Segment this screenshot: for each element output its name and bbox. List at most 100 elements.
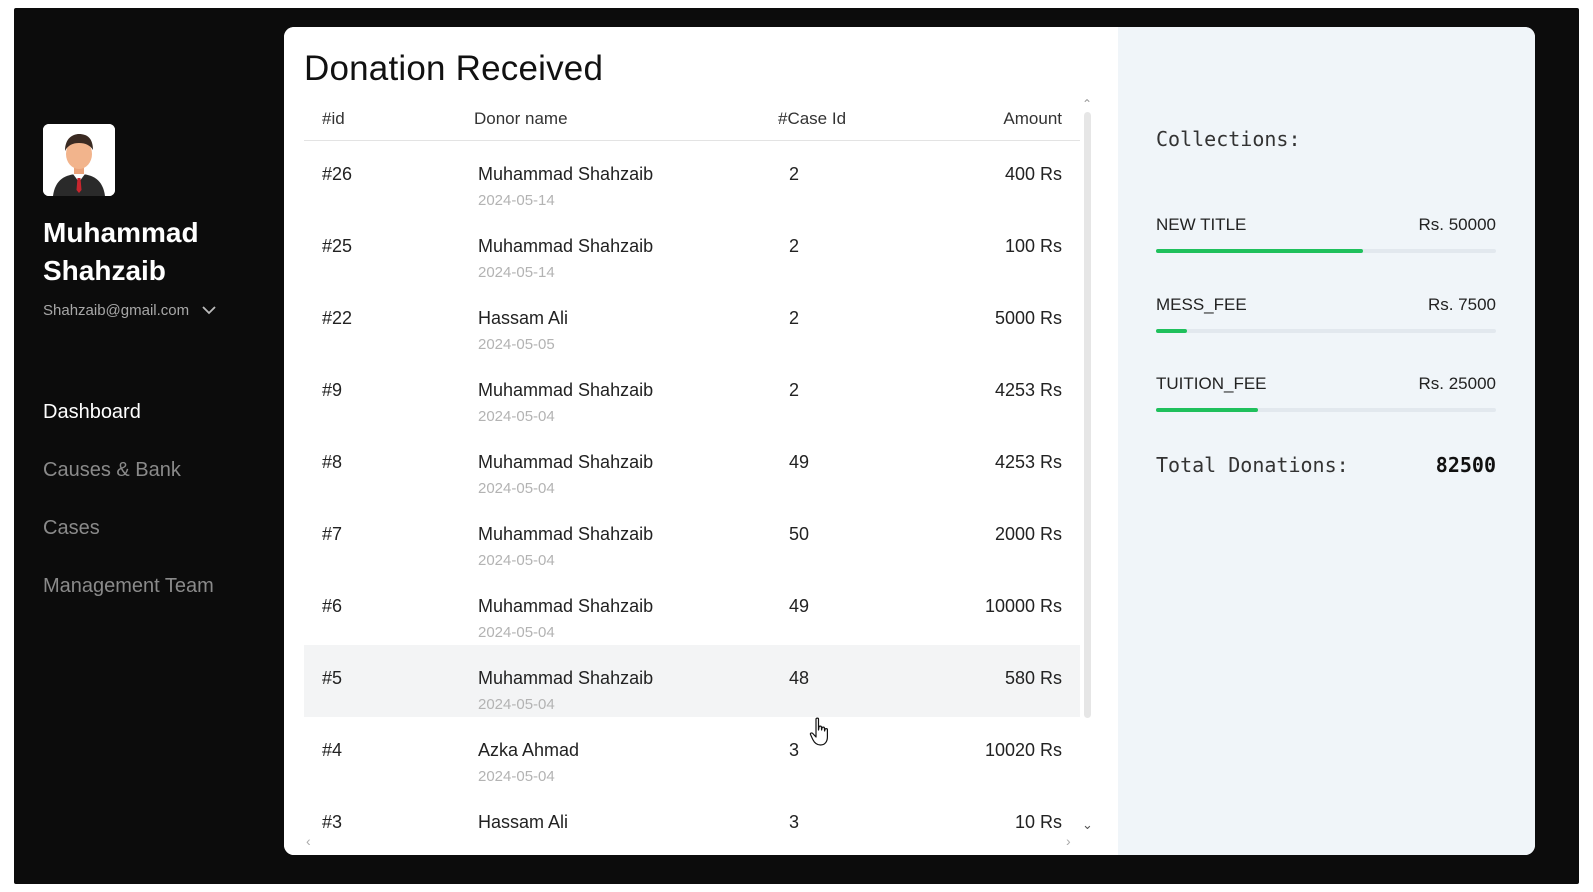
- donation-id: #4: [322, 740, 343, 760]
- collection-progress-bar: [1156, 249, 1496, 253]
- sidebar-item-dashboard[interactable]: Dashboard: [43, 400, 214, 424]
- content-card: Donation Received #id Donor name #Case I…: [284, 27, 1535, 855]
- sidebar-item-management-team[interactable]: Management Team: [43, 574, 214, 598]
- collection-progress-fill: [1156, 249, 1364, 253]
- table-row[interactable]: #6 Muhammad Shahzaib 2024-05-04 49 10000 Rs: [304, 573, 1080, 645]
- user-avatar-icon: [43, 124, 115, 196]
- donation-id: #8: [322, 452, 343, 472]
- donation-amount: 2000 Rs: [994, 524, 1062, 544]
- table-header: #id Donor name #Case Id Amount: [304, 97, 1080, 141]
- donation-id: #26: [322, 164, 353, 184]
- donation-date: 2024-05-14: [478, 192, 555, 209]
- chevron-down-icon[interactable]: [199, 300, 219, 320]
- column-header-case-id[interactable]: #Case Id: [778, 109, 846, 129]
- donation-date: 2024-05-04: [478, 696, 555, 713]
- collection-amount: Rs. 25000: [1418, 374, 1497, 393]
- donation-amount: 5000 Rs: [994, 308, 1062, 328]
- collection-name: NEW TITLE: [1156, 215, 1247, 234]
- case-id: 48: [789, 668, 810, 688]
- table-row[interactable]: #9 Muhammad Shahzaib 2024-05-04 2 4253 Rs: [304, 357, 1080, 429]
- collection-progress-bar: [1156, 408, 1496, 412]
- donation-amount: 10000 Rs: [984, 596, 1062, 616]
- donor-name: Hassam Ali: [478, 308, 569, 328]
- donor-name: Muhammad Shahzaib: [478, 596, 654, 616]
- sidebar-item-cases[interactable]: Cases: [43, 516, 214, 540]
- collection-header: TUITION_FEE Rs. 25000: [1156, 374, 1496, 394]
- collections-title: Collections:: [1156, 127, 1301, 151]
- donation-date: 2024-05-04: [478, 768, 555, 785]
- case-id: 49: [789, 452, 810, 472]
- case-id: 3: [789, 812, 800, 832]
- donor-name: Muhammad Shahzaib: [478, 236, 654, 256]
- collection-amount: Rs. 50000: [1418, 215, 1497, 234]
- account-dropdown[interactable]: Shahzaib@gmail.com: [43, 300, 219, 320]
- collection-name: TUITION_FEE: [1156, 374, 1267, 393]
- donation-id: #3: [322, 812, 343, 832]
- donation-date: 2024-05-04: [478, 408, 555, 425]
- hand-cursor-icon: [809, 717, 828, 746]
- case-id: 3: [789, 740, 800, 760]
- column-header-amount[interactable]: Amount: [1003, 109, 1062, 129]
- case-id: 2: [789, 380, 800, 400]
- total-donations: Total Donations: 82500: [1156, 453, 1496, 477]
- column-header-id[interactable]: #id: [322, 109, 345, 129]
- table-row[interactable]: #8 Muhammad Shahzaib 2024-05-04 49 4253 Rs: [304, 429, 1080, 501]
- page-title: Donation Received: [304, 49, 604, 88]
- app-window: Muhammad Shahzaib Shahzaib@gmail.com Das…: [14, 8, 1579, 884]
- collection-header: MESS_FEE Rs. 7500: [1156, 295, 1496, 315]
- donation-date: 2024-05-04: [478, 480, 555, 497]
- donation-date: 2024-05-04: [478, 624, 555, 641]
- donation-id: #7: [322, 524, 343, 544]
- donation-amount: 580 Rs: [1004, 668, 1062, 688]
- donor-name: Muhammad Shahzaib: [478, 668, 654, 688]
- avatar[interactable]: [43, 124, 115, 196]
- donation-amount: 4253 Rs: [994, 380, 1062, 400]
- scrollbar-thumb[interactable]: [1084, 112, 1091, 718]
- collection-item: TUITION_FEE Rs. 25000: [1156, 374, 1496, 412]
- collection-item: NEW TITLE Rs. 50000: [1156, 215, 1496, 253]
- collection-name: MESS_FEE: [1156, 295, 1247, 314]
- sidebar-item-causes-bank[interactable]: Causes & Bank: [43, 458, 214, 482]
- donation-date: 2024-05-05: [478, 336, 555, 353]
- table-body: #26 Muhammad Shahzaib 2024-05-14 2 400 Rs #25…: [304, 141, 1080, 847]
- donations-table: #id Donor name #Case Id Amount #26 Muhamm…: [304, 97, 1080, 847]
- table-row[interactable]: #4 Azka Ahmad 2024-05-04 3 10020 Rs: [304, 717, 1080, 789]
- collection-header: NEW TITLE Rs. 50000: [1156, 215, 1496, 235]
- donation-id: #5: [322, 668, 343, 688]
- donor-name: Azka Ahmad: [478, 740, 580, 760]
- donations-panel: Donation Received #id Donor name #Case I…: [284, 27, 1118, 855]
- table-row[interactable]: #7 Muhammad Shahzaib 2024-05-04 50 2000 Rs: [304, 501, 1080, 573]
- scroll-left-icon[interactable]: ‹: [306, 833, 311, 849]
- donation-id: #25: [322, 236, 353, 256]
- donor-name: Muhammad Shahzaib: [478, 380, 654, 400]
- table-row[interactable]: #5 Muhammad Shahzaib 2024-05-04 48 580 Rs: [304, 645, 1080, 717]
- donation-date: 2024-05-04: [478, 552, 555, 569]
- total-donations-label: Total Donations:: [1156, 453, 1349, 477]
- table-row[interactable]: #26 Muhammad Shahzaib 2024-05-14 2 400 Rs: [304, 141, 1080, 213]
- case-id: 2: [789, 308, 800, 328]
- scroll-right-icon[interactable]: ›: [1066, 833, 1071, 849]
- case-id: 2: [789, 236, 800, 256]
- collection-progress-fill: [1156, 329, 1187, 333]
- donation-amount: 4253 Rs: [994, 452, 1062, 472]
- donation-date: 2024-05-14: [478, 264, 555, 281]
- donation-id: #6: [322, 596, 343, 616]
- table-row[interactable]: #25 Muhammad Shahzaib 2024-05-14 2 100 Rs: [304, 213, 1080, 285]
- table-row[interactable]: #22 Hassam Ali 2024-05-05 2 5000 Rs: [304, 285, 1080, 357]
- collection-progress-bar: [1156, 329, 1496, 333]
- donor-name: Muhammad Shahzaib: [478, 524, 654, 544]
- donation-amount: 10 Rs: [1014, 812, 1062, 832]
- sidebar: Muhammad Shahzaib Shahzaib@gmail.com Das…: [14, 8, 284, 884]
- user-email: Shahzaib@gmail.com: [43, 301, 190, 319]
- collections-panel: Collections: NEW TITLE Rs. 50000 MESS_FEE R…: [1118, 27, 1535, 855]
- scroll-down-icon[interactable]: ⌄: [1082, 817, 1093, 833]
- donor-name: Muhammad Shahzaib: [478, 452, 654, 472]
- table-row[interactable]: #3 Hassam Ali 3 10 Rs: [304, 789, 1080, 847]
- donation-amount: 400 Rs: [1004, 164, 1062, 184]
- donation-amount: 100 Rs: [1004, 236, 1062, 256]
- donation-id: #9: [322, 380, 343, 400]
- scroll-up-icon[interactable]: ⌃: [1082, 97, 1092, 111]
- column-header-donor-name[interactable]: Donor name: [474, 109, 568, 129]
- case-id: 49: [789, 596, 810, 616]
- vertical-scrollbar[interactable]: ⌃ ⌄: [1081, 97, 1095, 855]
